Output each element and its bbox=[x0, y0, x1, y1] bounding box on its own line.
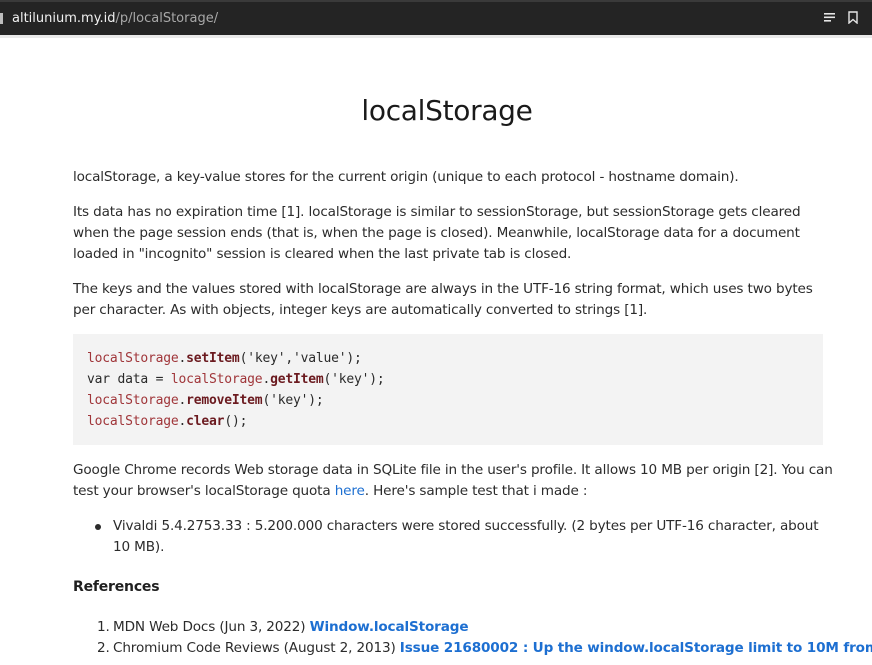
reference-text: MDN Web Docs (Jun 3, 2022) bbox=[113, 619, 310, 635]
bullet-icon bbox=[95, 524, 101, 530]
encoding-paragraph: The keys and the values stored with loca… bbox=[73, 281, 813, 318]
code-object: localStorage bbox=[87, 393, 179, 408]
reference-number: 2. bbox=[97, 640, 110, 656]
code-line: localStorage.setItem('key','value'); bbox=[87, 348, 809, 369]
chrome-storage-paragraph: Google Chrome records Web storage data i… bbox=[73, 460, 833, 502]
list-item-text: Vivaldi 5.4.2753.33 : 5.200.000 characte… bbox=[113, 518, 819, 555]
references-list: 1. MDN Web Docs (Jun 3, 2022) Window.loc… bbox=[73, 617, 872, 659]
reference-text: Chromium Code Reviews (August 2, 2013) bbox=[113, 640, 400, 656]
code-line: localStorage.removeItem('key'); bbox=[87, 390, 809, 411]
url-host: altilunium.my.id bbox=[12, 11, 116, 26]
code-arguments: ('key'); bbox=[262, 393, 324, 408]
reference-item: 2. Chromium Code Reviews (August 2, 2013… bbox=[73, 638, 872, 659]
code-block: localStorage.setItem('key','value'); var … bbox=[73, 334, 823, 445]
code-dot: . bbox=[262, 372, 271, 387]
reader-mode-icon[interactable] bbox=[824, 12, 835, 23]
code-method: clear bbox=[186, 414, 225, 429]
address-bar-edge bbox=[0, 13, 3, 24]
code-object: localStorage bbox=[87, 414, 179, 429]
expiration-paragraph: Its data has no expiration time [1]. loc… bbox=[73, 204, 801, 262]
code-method: setItem bbox=[186, 351, 240, 366]
code-object: localStorage bbox=[170, 372, 263, 387]
chrome-text-after: . Here's sample test that i made : bbox=[364, 483, 588, 499]
url-field[interactable]: altilunium.my.id/p/localStorage/ bbox=[12, 10, 218, 27]
code-object: localStorage bbox=[87, 351, 179, 366]
code-line: var data = localStorage.getItem('key'); bbox=[87, 369, 809, 390]
reference-number: 1. bbox=[97, 619, 110, 635]
quota-test-link[interactable]: here bbox=[335, 483, 365, 499]
test-results-list: Vivaldi 5.4.2753.33 : 5.200.000 characte… bbox=[73, 516, 833, 558]
reference-link-chromium[interactable]: Issue 21680002 : Up the window.localStor… bbox=[400, 640, 872, 656]
reference-item: 1. MDN Web Docs (Jun 3, 2022) Window.loc… bbox=[73, 617, 833, 638]
url-path: /p/localStorage/ bbox=[115, 11, 219, 26]
toolbar-separator bbox=[0, 35, 872, 38]
references-heading: References bbox=[73, 579, 160, 595]
bookmark-icon[interactable] bbox=[848, 11, 858, 24]
intro-paragraph: localStorage, a key-value stores for the… bbox=[73, 169, 739, 185]
window-top-border bbox=[0, 0, 872, 2]
page-title: localStorage bbox=[361, 94, 533, 127]
code-line: localStorage.clear(); bbox=[87, 411, 809, 432]
code-method: getItem bbox=[270, 372, 324, 387]
code-keyword: var data = bbox=[87, 372, 171, 387]
code-method: removeItem bbox=[186, 393, 263, 408]
reference-link-mdn[interactable]: Window.localStorage bbox=[310, 619, 469, 635]
code-arguments: ('key'); bbox=[323, 372, 385, 387]
list-item: Vivaldi 5.4.2753.33 : 5.200.000 characte… bbox=[73, 516, 833, 558]
code-arguments: (); bbox=[224, 414, 248, 429]
browser-address-bar: altilunium.my.id/p/localStorage/ bbox=[0, 0, 872, 35]
code-arguments: ('key','value'); bbox=[239, 351, 362, 366]
